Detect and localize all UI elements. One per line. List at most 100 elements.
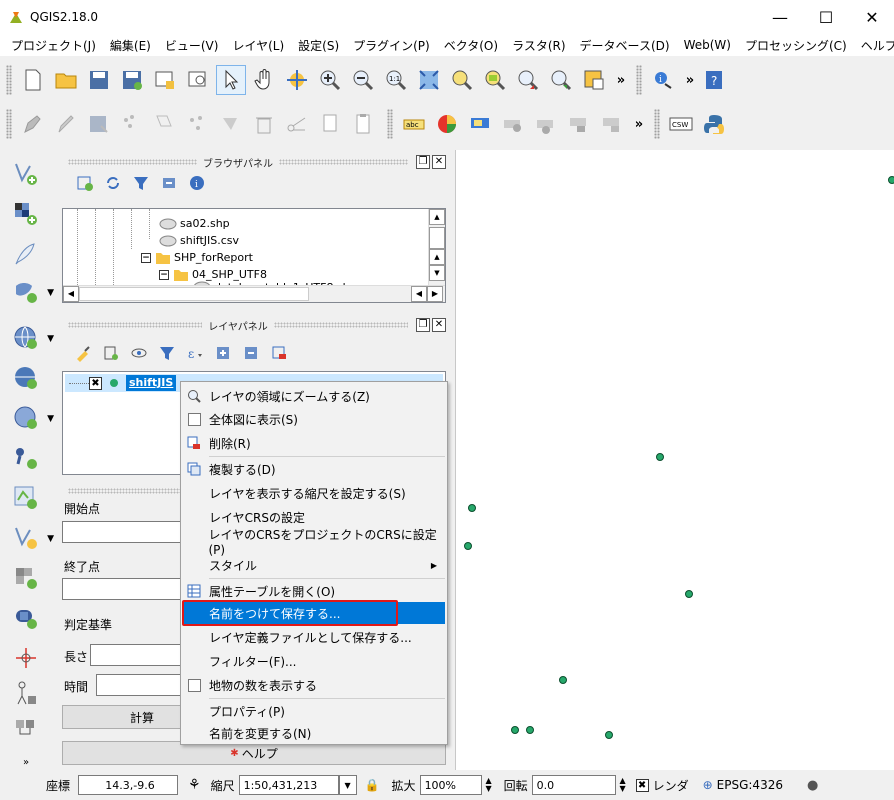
overview-checkbox[interactable] [187, 412, 201, 426]
toolbar-grip[interactable] [654, 109, 660, 139]
menu-show-in-overview[interactable]: 全体図に表示(S) [183, 408, 445, 430]
layer-name[interactable]: shiftJIS [126, 375, 177, 391]
scroll-down-icon[interactable]: ▼ [429, 265, 445, 281]
collapse-toggle-icon[interactable]: − [159, 269, 169, 280]
scroll-right-icon[interactable]: ▶ [427, 286, 443, 302]
collapse-toggle-icon[interactable]: − [141, 252, 151, 263]
zoom-out-button[interactable] [348, 65, 378, 95]
add-mssql-button[interactable] [8, 562, 44, 594]
browser-tree[interactable]: sa02.shp shiftJIS.csv − SHP_forReport −04… [62, 208, 446, 303]
map-canvas[interactable] [455, 150, 894, 770]
feature-count-checkbox[interactable] [187, 678, 201, 692]
new-spatialite-layer-button[interactable]: ▼ [8, 522, 54, 554]
cut-features-button[interactable] [282, 109, 312, 139]
new-shapefile-button[interactable] [8, 482, 44, 514]
collapse-all-icon[interactable] [160, 174, 178, 192]
menu-set-scale-visibility[interactable]: レイヤを表示する縮尺を設定する(S) [183, 482, 445, 504]
scale-field[interactable]: 1:50,431,213 [238, 775, 339, 795]
tree-item[interactable]: shiftJIS.csv [159, 232, 239, 249]
add-selected-icon[interactable] [76, 174, 94, 192]
lock-icon[interactable]: 🔒 [365, 778, 380, 792]
toolbar-more-3[interactable]: » [630, 117, 648, 132]
dropdown-arrow-icon[interactable]: ▼ [47, 534, 54, 544]
float-panel-button[interactable]: ❐ [416, 318, 430, 332]
menu-styles[interactable]: スタイル ▶ [183, 554, 445, 576]
new-project-button[interactable] [18, 65, 48, 95]
tree-vertical-scrollbar[interactable]: ▲ ▲ ▼ [428, 209, 445, 287]
toolbar-grip[interactable] [387, 109, 393, 139]
eye-icon[interactable] [130, 344, 148, 362]
delete-selected-button[interactable] [216, 109, 246, 139]
zoom-to-selection-button[interactable] [447, 65, 477, 95]
menu-show-feature-count[interactable]: 地物の数を表示する [183, 674, 445, 696]
menu-vector[interactable]: ベクタ(O) [437, 37, 505, 54]
add-wfs-button[interactable]: ▼ [8, 402, 54, 434]
filter-icon[interactable] [158, 344, 176, 362]
menu-properties[interactable]: プロパティ(P) [183, 700, 445, 722]
filter-icon[interactable] [132, 174, 150, 192]
new-print-composer-button[interactable] [150, 65, 180, 95]
open-project-button[interactable] [51, 65, 81, 95]
style-brush-icon[interactable] [74, 344, 92, 362]
toolbar-grip[interactable] [6, 109, 12, 139]
add-raster-layer-button[interactable] [8, 198, 44, 230]
crs-globe-icon[interactable]: ⊕ [703, 778, 713, 792]
menu-save-as-layer-definition[interactable]: レイヤ定義ファイルとして保存する... [183, 626, 445, 648]
collapse-all-icon[interactable] [242, 344, 260, 362]
zoom-to-layer-button[interactable] [480, 65, 510, 95]
add-wms-button[interactable]: ▼ [8, 322, 54, 354]
menu-view[interactable]: ビュー(V) [158, 37, 226, 54]
move-feature-button[interactable] [150, 109, 180, 139]
dropdown-arrow-icon[interactable]: ▼ [47, 414, 54, 424]
menu-set-project-crs[interactable]: レイヤのCRSをプロジェクトのCRSに設定(P) [183, 528, 445, 557]
add-vector-layer-button[interactable] [8, 158, 44, 190]
scroll-left-icon[interactable]: ◀ [411, 286, 427, 302]
add-spatialite-button[interactable]: ▼ [8, 276, 54, 308]
messages-icon[interactable]: ● [807, 778, 818, 793]
rotation-field[interactable]: 0.0 [531, 775, 616, 795]
menu-plugins[interactable]: プラグイン(P) [346, 37, 437, 54]
menu-layer[interactable]: レイヤ(L) [225, 37, 291, 54]
float-panel-button[interactable]: ❐ [416, 155, 430, 169]
maximize-button[interactable]: ☐ [804, 0, 848, 34]
menu-help[interactable]: ヘルプ(H) [854, 37, 894, 54]
minimize-button[interactable]: — [758, 0, 802, 34]
label-toolbar-button[interactable]: abc [399, 109, 429, 139]
show-labels-button[interactable] [498, 109, 528, 139]
expression-filter-icon[interactable]: ε [186, 344, 204, 362]
menu-rename[interactable]: 名前を変更する(N) [183, 722, 445, 744]
new-map-view-button[interactable] [579, 65, 609, 95]
remove-layer-icon[interactable] [270, 344, 288, 362]
menu-filter[interactable]: フィルター(F)... [183, 650, 445, 672]
measure-line-button[interactable] [8, 642, 44, 674]
menu-raster[interactable]: ラスタ(R) [505, 37, 572, 54]
refresh-icon[interactable] [104, 174, 122, 192]
move-label-button[interactable] [531, 109, 561, 139]
add-db2-button[interactable] [8, 602, 44, 634]
zoom-in-button[interactable] [315, 65, 345, 95]
dropdown-arrow-icon[interactable]: ▼ [47, 288, 54, 298]
add-delimited-text-button[interactable] [8, 238, 44, 270]
dropdown-arrow-icon[interactable]: ▼ [47, 334, 54, 344]
scroll-left-icon[interactable]: ◀ [63, 286, 79, 302]
toolbar-more-2[interactable]: » [681, 73, 699, 88]
touch-zoom-pan-button[interactable] [216, 65, 246, 95]
node-tool-button[interactable] [183, 109, 213, 139]
close-panel-button[interactable]: ✕ [432, 318, 446, 332]
add-feature-button[interactable] [117, 109, 147, 139]
layer-labeling-button[interactable] [432, 109, 462, 139]
save-edits-button[interactable] [84, 109, 114, 139]
layer-visibility-checkbox[interactable]: ✖ [89, 376, 102, 390]
zoom-last-button[interactable] [513, 65, 543, 95]
measure-time-button[interactable] [8, 678, 44, 710]
zoom-full-button[interactable] [414, 65, 444, 95]
change-label-button[interactable] [597, 109, 627, 139]
save-project-button[interactable] [84, 65, 114, 95]
tree-item[interactable]: − SHP_forReport [141, 249, 253, 266]
pan-map-button[interactable] [249, 65, 279, 95]
csw-button[interactable]: CSW [666, 109, 696, 139]
crs-label[interactable]: EPSG:4326 [717, 778, 783, 792]
magnify-stepper[interactable]: ▲ ▼ [482, 775, 496, 795]
menu-settings[interactable]: 設定(S) [291, 37, 346, 54]
zoom-native-button[interactable]: 1:1 [381, 65, 411, 95]
